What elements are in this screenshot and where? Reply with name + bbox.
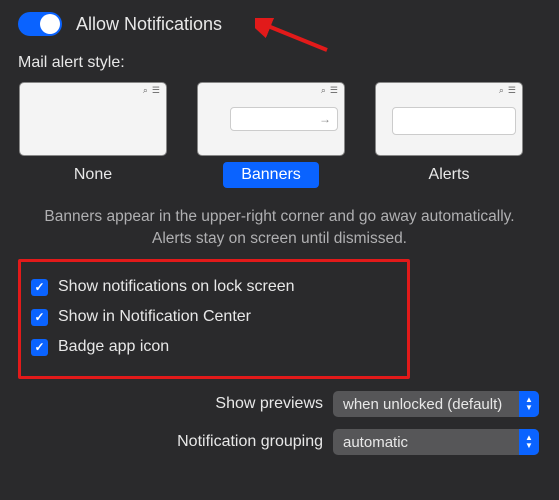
alert-style-none-thumb: ⌕☰ [19, 82, 167, 156]
alert-style-alerts-label: Alerts [411, 162, 488, 188]
alert-style-group: ⌕☰ None ⌕☰ → Banners ⌕☰ Alerts [18, 82, 541, 188]
chevron-updown-icon: ▲▼ [519, 391, 539, 417]
arrow-right-icon: → [319, 112, 331, 126]
checkbox-lock-screen[interactable]: ✓ Show notifications on lock screen [31, 272, 397, 302]
checkbox-lock-screen-label: Show notifications on lock screen [58, 278, 295, 296]
alert-style-banners-thumb: ⌕ ☰ → [197, 82, 345, 156]
alert-style-none-label: None [56, 162, 130, 188]
alert-style-alerts[interactable]: ⌕☰ Alerts [374, 82, 524, 188]
grouping-value: automatic [343, 434, 408, 451]
menu-icon: ☰ [330, 85, 338, 96]
checkbox-box: ✓ [31, 339, 48, 356]
checkbox-box: ✓ [31, 279, 48, 296]
search-icon: ⌕ [143, 85, 148, 96]
checkmark-icon: ✓ [34, 280, 44, 294]
alert-style-alerts-thumb: ⌕☰ [375, 82, 523, 156]
banner-graphic: → [230, 107, 338, 131]
checkbox-badge[interactable]: ✓ Badge app icon [31, 332, 397, 362]
menu-icon: ☰ [152, 85, 160, 96]
alert-style-none[interactable]: ⌕☰ None [18, 82, 168, 188]
checkbox-notification-center-label: Show in Notification Center [58, 308, 251, 326]
search-icon: ⌕ [499, 85, 504, 96]
alert-style-banners-label: Banners [223, 162, 319, 188]
allow-notifications-toggle[interactable] [18, 12, 62, 36]
checkbox-notification-center[interactable]: ✓ Show in Notification Center [31, 302, 397, 332]
toggle-knob [40, 14, 60, 34]
checkbox-badge-label: Badge app icon [58, 338, 169, 356]
show-previews-select[interactable]: when unlocked (default) ▲▼ [333, 391, 539, 417]
alert-style-banners[interactable]: ⌕ ☰ → Banners [196, 82, 346, 188]
show-previews-value: when unlocked (default) [343, 396, 502, 413]
checkmark-icon: ✓ [34, 340, 44, 354]
checkmark-icon: ✓ [34, 310, 44, 324]
menu-icon: ☰ [508, 85, 516, 96]
checkbox-box: ✓ [31, 309, 48, 326]
search-icon: ⌕ [321, 85, 326, 96]
allow-notifications-label: Allow Notifications [76, 14, 222, 35]
grouping-select[interactable]: automatic ▲▼ [333, 429, 539, 455]
show-previews-label: Show previews [215, 395, 323, 413]
alert-style-description: Banners appear in the upper-right corner… [18, 196, 541, 249]
grouping-label: Notification grouping [177, 433, 323, 451]
checkbox-highlight-region: ✓ Show notifications on lock screen ✓ Sh… [18, 259, 410, 379]
alert-graphic [392, 107, 516, 135]
mail-alert-style-label: Mail alert style: [18, 54, 541, 72]
chevron-updown-icon: ▲▼ [519, 429, 539, 455]
